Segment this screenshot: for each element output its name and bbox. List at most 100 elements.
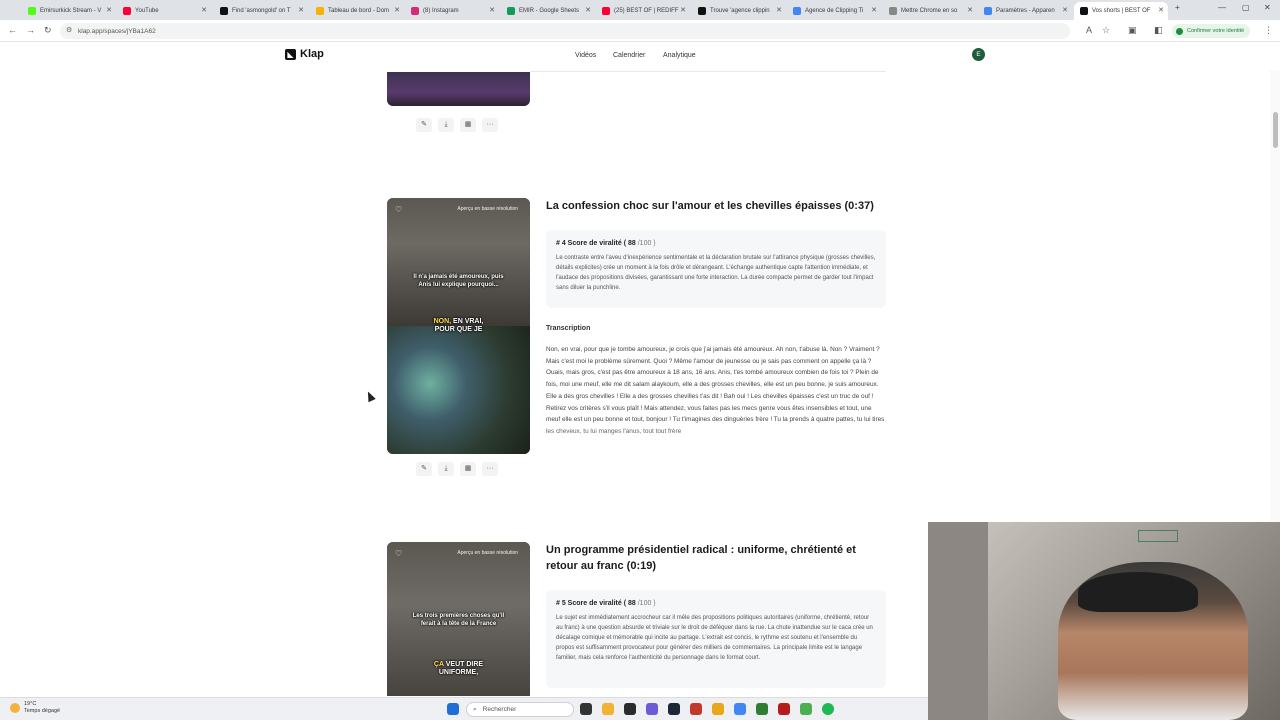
more-options-icon[interactable]: ··· xyxy=(482,462,498,476)
tab-favicon-icon xyxy=(889,7,897,15)
close-icon[interactable]: ✕ xyxy=(776,6,782,14)
app-yellow-icon[interactable] xyxy=(712,703,724,715)
new-tab-icon[interactable]: + xyxy=(1175,3,1180,12)
window-close-icon[interactable]: ✕ xyxy=(1264,3,1271,12)
taskbar-search[interactable]: ⌕ Rechercher xyxy=(466,702,574,717)
weather-temperature: 19°C xyxy=(24,701,37,707)
video-frame-gameplay xyxy=(387,326,530,454)
task-view-icon[interactable] xyxy=(580,703,592,715)
sidepanel-icon[interactable]: ◧ xyxy=(1154,25,1163,35)
heart-icon[interactable]: ♡ xyxy=(395,549,402,558)
extensions-icon[interactable]: ▣ xyxy=(1128,25,1137,35)
translate-icon[interactable]: A xyxy=(1086,25,1092,35)
subtitle-rest: VEUT DIRE UNIFORME, xyxy=(438,661,484,676)
previous-clip-thumbnail[interactable] xyxy=(387,72,530,106)
browser-tab[interactable]: YouTube ✕ xyxy=(117,2,211,20)
close-icon[interactable]: ✕ xyxy=(1062,6,1068,14)
chrome-active-icon[interactable] xyxy=(800,703,812,715)
subtitle-highlight: NON, xyxy=(433,318,452,325)
download-icon[interactable]: ⤓ xyxy=(438,118,454,132)
browser-tab[interactable]: Emirsurkick Stream - V ✕ xyxy=(22,2,116,20)
forward-icon[interactable]: → xyxy=(26,25,35,35)
maximize-icon[interactable]: ▢ xyxy=(1242,3,1250,12)
edit-pencil-icon[interactable]: ✎ xyxy=(416,462,432,476)
previous-clip-actions: ✎ ⤓ ▦ ··· xyxy=(416,118,498,132)
browser-tab[interactable]: (25) BEST OF | REDIFF ✕ xyxy=(596,2,690,20)
clip-title: Un programme présidentiel radical : unif… xyxy=(546,544,856,572)
start-windows-icon[interactable] xyxy=(447,703,459,715)
tab-label: Tableau de bord - Dom xyxy=(328,8,390,14)
klap-logo[interactable]: ◣ Klap xyxy=(285,48,324,60)
scrollbar-thumb[interactable] xyxy=(1273,112,1278,148)
file-explorer-icon[interactable] xyxy=(602,703,614,715)
close-icon[interactable]: ✕ xyxy=(298,6,304,14)
low-res-preview-label: Aperçu en basse résolution xyxy=(457,550,518,556)
nav-videos[interactable]: Vidéos xyxy=(575,52,596,59)
back-icon[interactable]: ← xyxy=(8,25,17,35)
clip-thumbnail[interactable]: ♡ Aperçu en basse résolution Les trois p… xyxy=(387,542,530,696)
virality-score-value: ( 88 xyxy=(623,240,636,247)
close-icon[interactable]: ✕ xyxy=(967,6,973,14)
tab-favicon-icon xyxy=(316,7,324,15)
browser-tab[interactable]: Mettre Chrome en so ✕ xyxy=(883,2,977,20)
tab-label: Emirsurkick Stream - V xyxy=(40,8,102,14)
close-icon[interactable]: ✕ xyxy=(1158,6,1164,14)
close-icon[interactable]: ✕ xyxy=(585,6,591,14)
edit-pencil-icon[interactable]: ✎ xyxy=(416,118,432,132)
app-record-icon[interactable] xyxy=(778,703,790,715)
address-bar[interactable]: ⚙ klap.app/spaces/jYBa1A62 xyxy=(60,23,1070,39)
tab-favicon-icon xyxy=(507,7,515,15)
close-icon[interactable]: ✕ xyxy=(489,6,495,14)
clip-thumbnail[interactable]: ♡ Aperçu en basse résolution Il n'a jama… xyxy=(387,198,530,454)
browser-tab[interactable]: Paramètres - Apparen ✕ xyxy=(978,2,1072,20)
tab-favicon-icon xyxy=(698,7,706,15)
tab-label: YouTube xyxy=(135,8,159,14)
virality-card: # 4 Score de viralité ( 88 /100 ) Le con… xyxy=(546,230,886,308)
close-icon[interactable]: ✕ xyxy=(394,6,400,14)
close-icon[interactable]: ✕ xyxy=(106,6,112,14)
bookmark-star-icon[interactable]: ☆ xyxy=(1102,25,1110,35)
tab-label: Paramètres - Apparen xyxy=(996,8,1055,14)
calendar-icon[interactable]: ▦ xyxy=(460,118,476,132)
confirm-identity-button[interactable]: Confirmer votre identité xyxy=(1172,24,1251,38)
tab-favicon-icon xyxy=(220,7,228,15)
spotify-icon[interactable] xyxy=(822,703,834,715)
streamer-cap xyxy=(1078,572,1198,612)
tab-label: Vos shorts | BEST OF xyxy=(1092,8,1151,14)
user-avatar[interactable]: E xyxy=(972,48,985,61)
search-icon: ⌕ xyxy=(473,705,477,713)
app-header: ◣ Klap Vidéos Calendrier Analytique E xyxy=(0,42,1280,70)
subtitle-highlight: ÇA xyxy=(433,661,444,668)
weather-widget[interactable]: 19°C Temps dégagé xyxy=(10,701,60,715)
reload-icon[interactable]: ↻ xyxy=(44,25,52,35)
minimize-icon[interactable]: — xyxy=(1218,3,1226,12)
site-info-icon[interactable]: ⚙ xyxy=(66,26,72,34)
close-icon[interactable]: ✕ xyxy=(201,6,207,14)
nav-calendrier[interactable]: Calendrier xyxy=(613,52,645,59)
heart-icon[interactable]: ♡ xyxy=(395,205,402,214)
browser-tab[interactable]: Trouve 'agence clippin ✕ xyxy=(692,2,786,20)
app-green-icon[interactable] xyxy=(756,703,768,715)
terminal-icon[interactable] xyxy=(624,703,636,715)
webcam-wall xyxy=(928,522,988,720)
menu-kebab-icon[interactable]: ⋮ xyxy=(1264,25,1273,35)
virality-explanation: Le contraste entre l'aveu d'inexpérience… xyxy=(556,255,876,291)
browser-tab-active[interactable]: Vos shorts | BEST OF ✕ xyxy=(1074,2,1168,20)
more-options-icon[interactable]: ··· xyxy=(482,118,498,132)
app-red-icon[interactable] xyxy=(690,703,702,715)
steam-icon[interactable] xyxy=(668,703,680,715)
virality-score-value: ( 88 xyxy=(623,600,636,607)
close-icon[interactable]: ✕ xyxy=(680,6,686,14)
browser-tab[interactable]: Tableau de bord - Dom ✕ xyxy=(310,2,404,20)
calendar-icon[interactable]: ▦ xyxy=(460,462,476,476)
nav-analytique[interactable]: Analytique xyxy=(663,52,696,59)
download-icon[interactable]: ⤓ xyxy=(438,462,454,476)
browser-tab[interactable]: EMIR - Google Sheets ✕ xyxy=(501,2,595,20)
discord-icon[interactable] xyxy=(646,703,658,715)
browser-tab[interactable]: (8) Instagram ✕ xyxy=(405,2,499,20)
chrome-icon[interactable] xyxy=(734,703,746,715)
video-subtitle-caption: NON, EN VRAI, POUR QUE JE xyxy=(387,318,530,334)
browser-tab[interactable]: Agence de Clipping Ti ✕ xyxy=(787,2,881,20)
close-icon[interactable]: ✕ xyxy=(871,6,877,14)
browser-tab[interactable]: Find 'asmongold' on T ✕ xyxy=(214,2,308,20)
